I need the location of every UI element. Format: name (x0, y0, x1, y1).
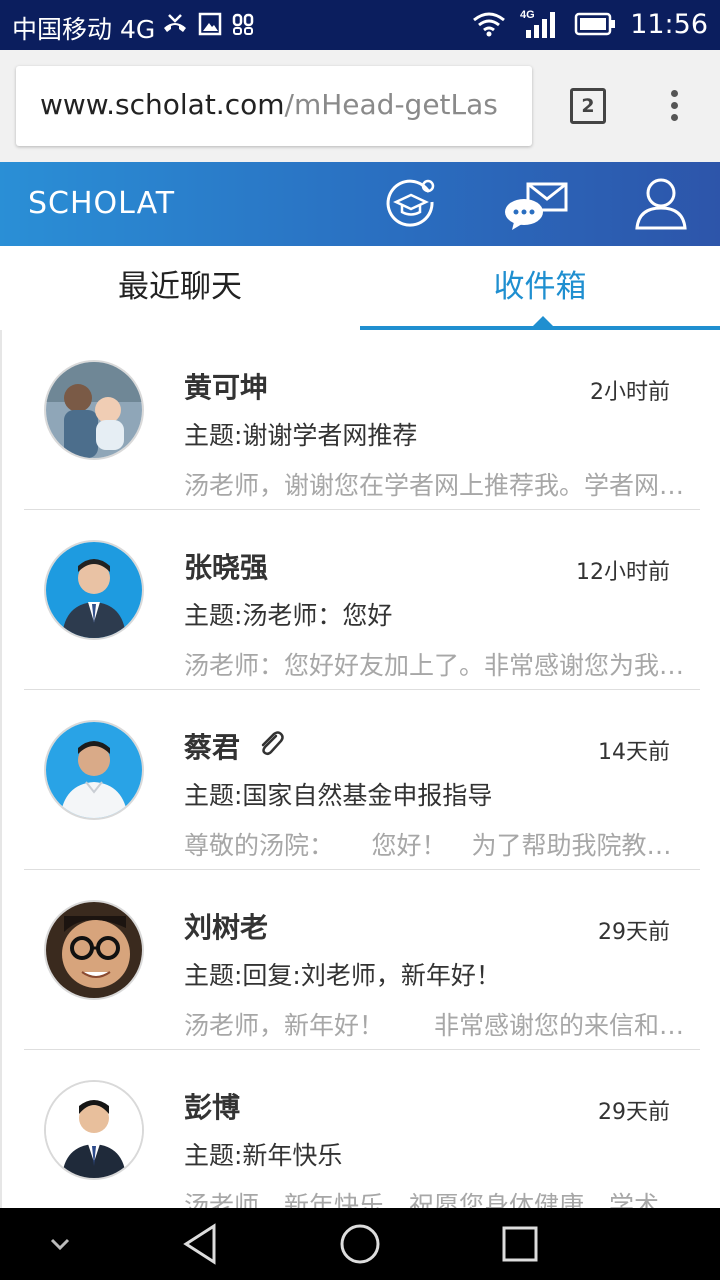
attachment-paperclip-icon (261, 731, 284, 756)
recent-apps-icon[interactable] (500, 1222, 540, 1266)
browser-toolbar: www.scholat.com/mHead-getLas 2 (0, 50, 720, 162)
active-tab-caret (533, 316, 553, 326)
url-text: www.scholat.com/mHead-getLas (40, 88, 498, 121)
status-bar: 中国移动 4G 4G 11:56 (0, 0, 720, 50)
avatar[interactable] (44, 360, 144, 460)
message-time: 2小时前 (590, 380, 670, 405)
system-navigation-bar (0, 1208, 720, 1280)
tab-recent-chats[interactable]: 最近聊天 (0, 246, 360, 330)
app-header: SCHOLAT (0, 162, 720, 246)
address-bar[interactable]: www.scholat.com/mHead-getLas (16, 66, 532, 146)
tab-bar: 最近聊天 收件箱 (0, 246, 720, 330)
message-row[interactable]: 张晓强 12小时前 主题:汤老师：您好 汤老师：您好好友加上了。非常感谢您为我的… (2, 510, 720, 690)
wifi-icon (473, 12, 506, 37)
avatar[interactable] (44, 1080, 144, 1180)
message-time: 14天前 (598, 740, 670, 765)
message-row[interactable]: 彭博 29天前 主题:新年快乐 汤老师，新年快乐，祝愿您身体健康，学术进步 (2, 1050, 720, 1208)
message-subject: 主题:新年快乐 (184, 1141, 343, 1170)
sender-name: 刘树老 (184, 911, 269, 944)
signal-icon: 4G (520, 9, 556, 38)
home-icon[interactable] (338, 1222, 382, 1266)
sender-name: 张晓强 (184, 551, 269, 584)
overflow-menu-icon[interactable] (660, 86, 688, 130)
message-subject: 主题:谢谢学者网推荐 (184, 421, 418, 450)
url-path: /mHead-getLas (284, 88, 498, 121)
back-icon[interactable] (180, 1222, 222, 1266)
scholar-cap-icon[interactable] (384, 176, 440, 232)
message-subject: 主题:回复:刘老师，新年好！ (184, 961, 501, 990)
message-row[interactable]: 蔡君 14天前 主题:国家自然基金申报指导 尊敬的汤院： 您好！ 为了帮助我院教… (2, 690, 720, 870)
brand-logo[interactable]: SCHOLAT (28, 186, 175, 221)
image-icon (198, 12, 222, 36)
message-preview: 汤老师，谢谢您在学者网上推荐我。学者网上推荐我。 (184, 471, 690, 500)
inbox-list: 黄可坤 2小时前 主题:谢谢学者网推荐 汤老师，谢谢您在学者网上推荐我。学者网上… (0, 330, 720, 1208)
message-preview: 尊敬的汤院： 您好！ 为了帮助我院教师申报 (184, 831, 690, 860)
network-type-label: 4G (520, 9, 535, 21)
message-subject: 主题:汤老师：您好 (184, 601, 393, 630)
avatar[interactable] (44, 900, 144, 1000)
message-time: 29天前 (598, 1100, 670, 1125)
message-row[interactable]: 黄可坤 2小时前 主题:谢谢学者网推荐 汤老师，谢谢您在学者网上推荐我。学者网上… (2, 330, 720, 510)
message-subject: 主题:国家自然基金申报指导 (184, 781, 493, 810)
hide-keyboard-chevron-icon[interactable] (46, 1234, 74, 1254)
carrier-label: 中国移动 4G (12, 15, 156, 44)
message-time: 12小时前 (576, 560, 670, 585)
missed-call-icon (164, 14, 186, 32)
status-right: 4G 11:56 (472, 8, 708, 40)
avatar[interactable] (44, 720, 144, 820)
avatar[interactable] (44, 540, 144, 640)
status-left-icons (162, 12, 254, 36)
sender-name: 蔡君 (184, 731, 241, 764)
message-preview: 汤老师，新年快乐，祝愿您身体健康，学术进步 (184, 1191, 690, 1208)
sender-name: 彭博 (184, 1091, 241, 1124)
messages-icon[interactable] (504, 176, 570, 232)
message-time: 29天前 (598, 920, 670, 945)
battery-icon (574, 12, 616, 36)
clock: 11:56 (630, 8, 708, 40)
message-preview: 汤老师，新年好！ 非常感谢您的来信和祝福 (184, 1011, 690, 1040)
user-profile-icon[interactable] (634, 176, 688, 232)
message-row[interactable]: 刘树老 29天前 主题:回复:刘老师，新年好！ 汤老师，新年好！ 非常感谢您的来… (2, 870, 720, 1050)
tab-switcher-button[interactable]: 2 (570, 88, 606, 124)
message-preview: 汤老师：您好好友加上了。非常感谢您为我的工作提供帮助 (184, 651, 690, 680)
sender-name: 黄可坤 (184, 371, 269, 404)
url-host: www.scholat.com (40, 88, 285, 121)
app-notification-icon (232, 13, 254, 35)
